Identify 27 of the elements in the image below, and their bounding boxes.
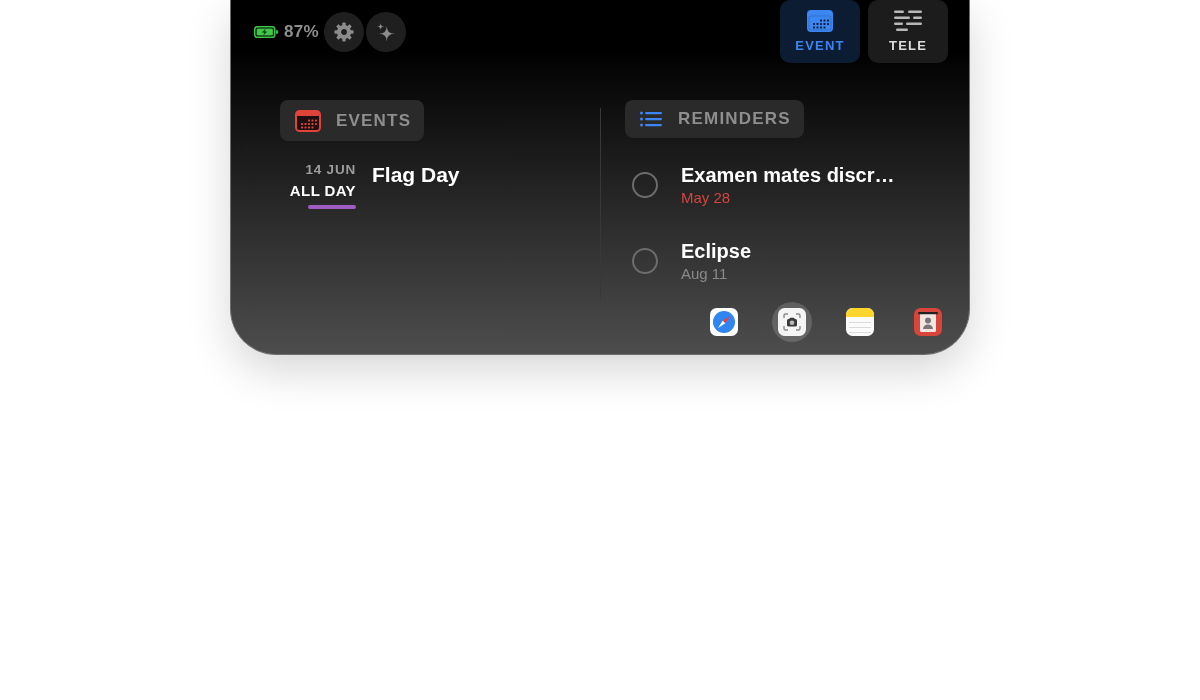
calendar-icon xyxy=(295,109,321,132)
id-badge-icon xyxy=(914,308,942,336)
list-icon xyxy=(640,111,662,127)
event-title: Flag Day xyxy=(372,162,460,188)
event-time: ALL DAY xyxy=(289,181,356,200)
reminder-title: Examen mates discr… xyxy=(681,163,895,187)
compass-icon xyxy=(710,308,738,336)
camera-icon xyxy=(778,308,806,336)
gear-icon xyxy=(333,22,354,42)
reminder-checkbox[interactable] xyxy=(632,248,658,274)
notepad-icon xyxy=(846,308,874,336)
event-date: 14 JUN xyxy=(305,161,356,178)
reminder-date: Aug 11 xyxy=(681,265,728,283)
reminder-title: Eclipse xyxy=(681,239,752,263)
settings-button[interactable] xyxy=(323,12,364,52)
reminder-date: May 28 xyxy=(681,189,731,207)
section-title: REMINDERS xyxy=(678,109,791,129)
section-title: EVENTS xyxy=(336,110,412,131)
battery-percentage: 87% xyxy=(284,22,319,42)
mode-tab[interactable]: EVENT xyxy=(780,0,860,63)
calendar-icon xyxy=(807,10,833,32)
reminder-checkbox[interactable] xyxy=(632,172,658,198)
text-lines-icon xyxy=(894,10,922,32)
app-button[interactable] xyxy=(772,302,812,342)
sparkle-icon xyxy=(376,22,395,42)
mode-tab[interactable]: TELE xyxy=(868,0,948,63)
sparkle-button[interactable] xyxy=(365,12,406,52)
